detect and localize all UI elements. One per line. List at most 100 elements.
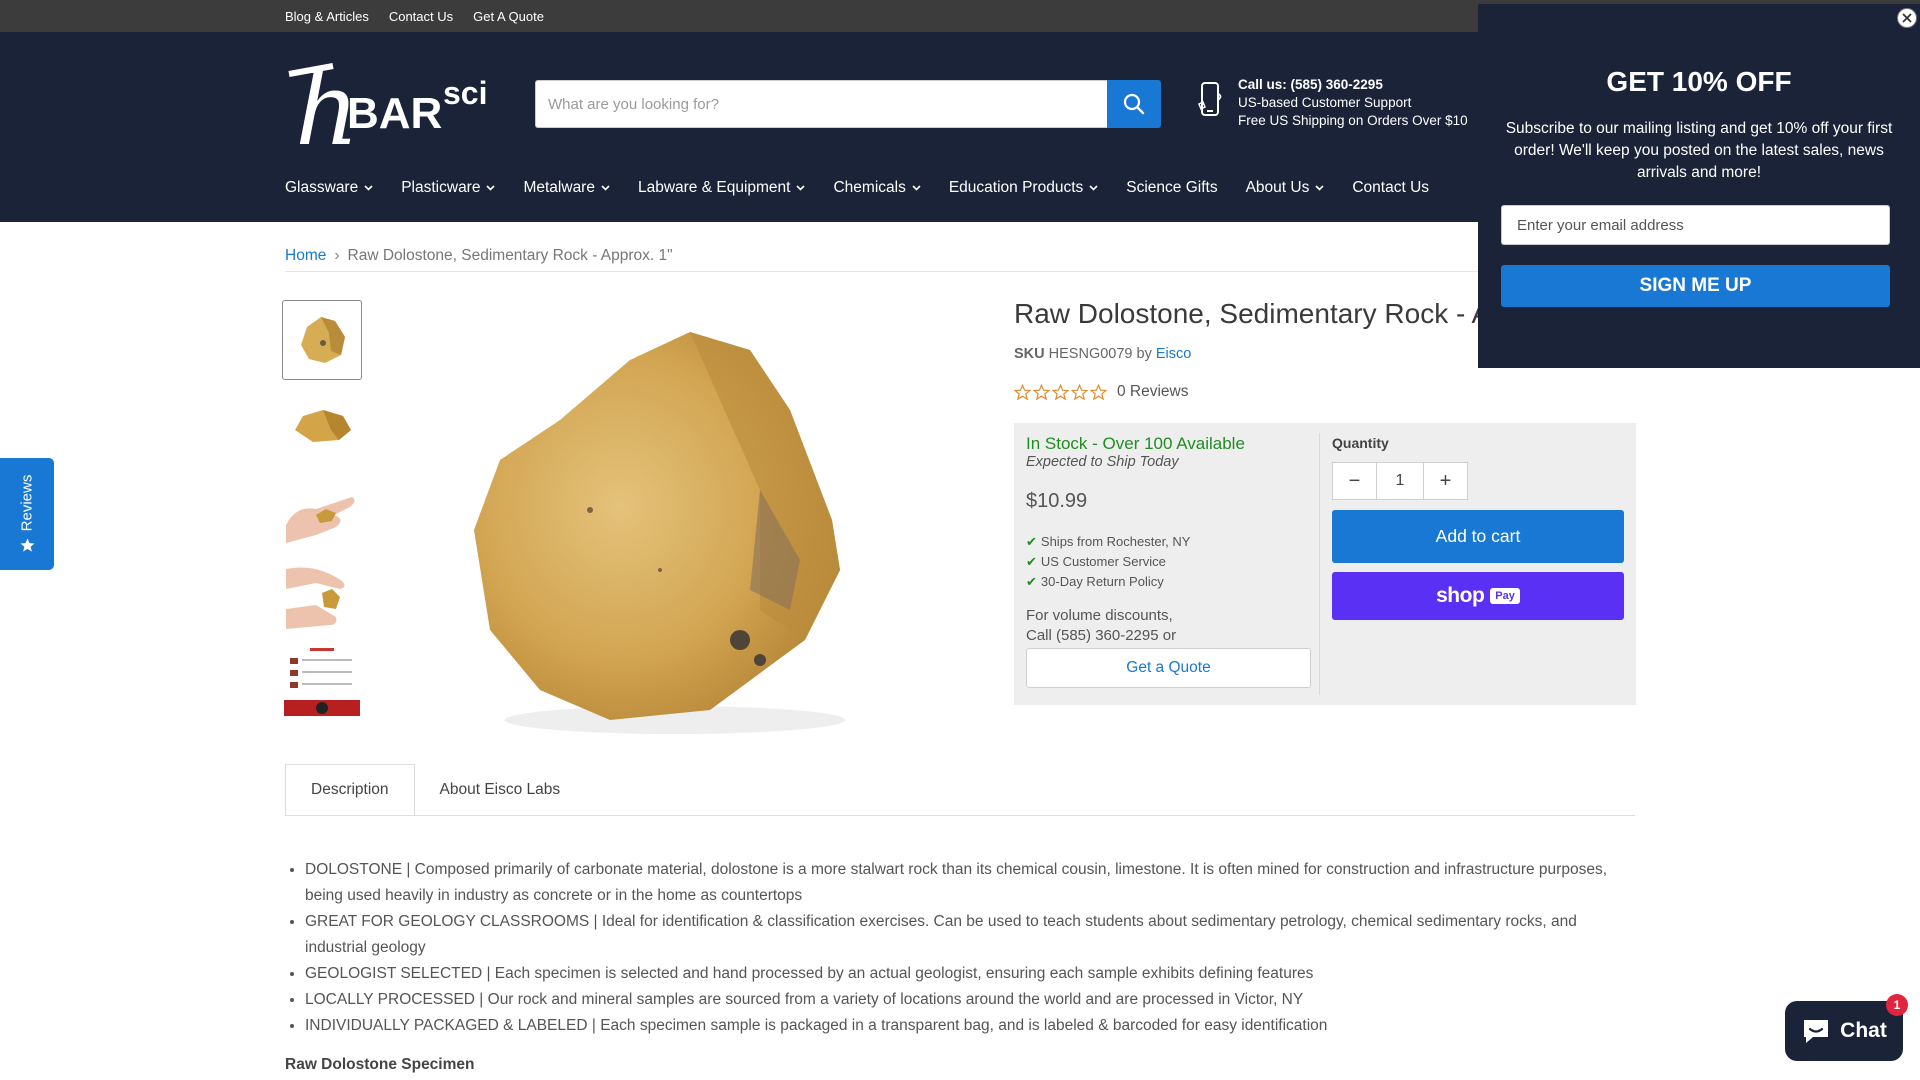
- quantity-decrease-button[interactable]: −: [1333, 463, 1376, 499]
- utility-link-contact[interactable]: Contact Us: [389, 9, 453, 24]
- quantity-stepper: − 1 +: [1332, 462, 1468, 500]
- perk-item: ✔ Ships from Rochester, NY: [1026, 532, 1190, 552]
- nav-item-contact[interactable]: Contact Us: [1352, 179, 1429, 197]
- reviews-side-tab[interactable]: Reviews: [0, 458, 54, 570]
- chat-bubble-icon: [1804, 1020, 1829, 1043]
- chevron-down-icon: [912, 185, 921, 191]
- add-to-cart-button[interactable]: Add to cart: [1332, 510, 1624, 563]
- checkmark-icon: ✔: [1026, 534, 1037, 549]
- checkmark-icon: ✔: [1026, 574, 1037, 589]
- tab-about-eisco[interactable]: About Eisco Labs: [415, 764, 586, 816]
- description-bullet: LOCALLY PROCESSED | Our rock and mineral…: [305, 987, 1625, 1013]
- contact-block: Call us: (585) 360-2295 US-based Custome…: [1198, 76, 1468, 136]
- breadcrumb-home[interactable]: Home: [285, 247, 326, 265]
- popup-title: GET 10% OFF: [1606, 66, 1792, 97]
- search-icon: [1123, 93, 1145, 115]
- logo-superscript: sci: [443, 75, 487, 111]
- chevron-down-icon: [1315, 185, 1324, 191]
- description-bullet: DOLOSTONE | Composed primarily of carbon…: [305, 857, 1625, 909]
- reviews-side-tab-content: Reviews: [19, 475, 36, 554]
- thumbnail-rock-front[interactable]: [282, 300, 362, 380]
- nav-item-label: Metalware: [523, 179, 595, 196]
- nav-item-label: Education Products: [948, 179, 1084, 196]
- quantity-increase-button[interactable]: +: [1424, 463, 1467, 499]
- perk-item: ✔ US Customer Service: [1026, 552, 1190, 572]
- chat-label: Chat: [1840, 1019, 1887, 1042]
- chevron-down-icon: [486, 185, 496, 191]
- rating-summary[interactable]: 0 Reviews: [1014, 383, 1189, 401]
- volume-line-2: Call (585) 360-2295 or: [1026, 627, 1177, 644]
- reviews-count[interactable]: 0 Reviews: [1117, 383, 1189, 401]
- search-bar: [535, 80, 1161, 128]
- get-quote-button[interactable]: Get a Quote: [1026, 648, 1311, 688]
- perk-item: ✔ 30-Day Return Policy: [1026, 572, 1190, 592]
- close-icon: [1902, 13, 1912, 23]
- call-us-text[interactable]: Call us: (585) 360-2295: [1238, 76, 1468, 94]
- star-outline-icon: [1071, 383, 1088, 400]
- main-nav: Glassware Plasticware Metalware Labware …: [285, 168, 1457, 208]
- tabs-divider: [285, 815, 1635, 816]
- main-product-image[interactable]: [460, 310, 880, 740]
- nav-item-chemicals[interactable]: Chemicals: [833, 179, 921, 197]
- thumbnail-rock-fingers[interactable]: [282, 555, 362, 635]
- perks-list: ✔ Ships from Rochester, NY ✔ US Customer S…: [1026, 532, 1190, 592]
- nav-item-label: Glassware: [285, 179, 359, 196]
- sign-me-up-button[interactable]: SIGN ME UP: [1501, 265, 1890, 307]
- nav-item-label: About Us: [1245, 179, 1310, 196]
- nav-item-education[interactable]: Education Products: [949, 179, 1098, 197]
- contact-text: Call us: (585) 360-2295 US-based Custome…: [1238, 76, 1468, 130]
- product-tabs: Description About Eisco Labs: [285, 764, 585, 816]
- thumbnail-rock-side[interactable]: [282, 385, 362, 465]
- nav-item-glassware[interactable]: Glassware: [285, 179, 373, 197]
- search-button[interactable]: [1107, 80, 1161, 128]
- breadcrumb-current: Raw Dolostone, Sedimentary Rock - Approx…: [347, 247, 673, 264]
- sku-value: HESNG0079: [1048, 346, 1133, 362]
- description-bullet: GEOLOGIST SELECTED | Each specimen is se…: [305, 961, 1625, 987]
- ship-estimate: Expected to Ship Today: [1026, 454, 1179, 470]
- quantity-input[interactable]: 1: [1376, 463, 1424, 499]
- perk-text: Ships from Rochester, NY: [1040, 534, 1191, 549]
- thumbnail-rock-in-hand[interactable]: [282, 470, 362, 550]
- nav-item-label: Contact Us: [1352, 179, 1430, 196]
- nav-item-labware[interactable]: Labware & Equipment: [638, 179, 806, 197]
- nav-item-about[interactable]: About Us: [1246, 179, 1325, 197]
- shop-pay-button[interactable]: shop Pay: [1332, 572, 1624, 620]
- perk-text: 30-Day Return Policy: [1040, 574, 1164, 589]
- free-shipping-text: Free US Shipping on Orders Over $10: [1238, 113, 1468, 128]
- reviews-side-tab-label: Reviews: [18, 474, 36, 532]
- chevron-down-icon: [796, 185, 806, 191]
- hbarsci-logo[interactable]: h BAR sci: [285, 51, 510, 168]
- by-text: by: [1136, 346, 1152, 362]
- search-input[interactable]: [535, 80, 1107, 128]
- shop-pay-logo-text: shop: [1436, 584, 1485, 607]
- nav-item-label: Labware & Equipment: [637, 179, 791, 196]
- support-text: US-based Customer Support: [1238, 95, 1412, 110]
- product-price: $10.99: [1026, 490, 1088, 512]
- description-bullet: GREAT FOR GEOLOGY CLASSROOMS | Ideal for…: [305, 909, 1625, 961]
- popup-close-button[interactable]: [1897, 8, 1917, 28]
- star-outline-icon: [1090, 383, 1107, 400]
- popup-email-input[interactable]: [1501, 205, 1890, 245]
- volume-discount-text: For volume discounts, Call (585) 360-229…: [1026, 606, 1176, 646]
- nav-item-label: Chemicals: [833, 179, 906, 196]
- buy-box-divider: [1319, 433, 1320, 695]
- brand-link[interactable]: Eisco: [1156, 346, 1191, 362]
- chat-button[interactable]: Chat: [1785, 1001, 1903, 1061]
- star-outline-icon: [1033, 383, 1050, 400]
- tab-description[interactable]: Description: [285, 764, 415, 816]
- quantity-label: Quantity: [1332, 435, 1389, 451]
- sku-label: SKU: [1014, 346, 1045, 362]
- product-thumbnails: [282, 300, 364, 725]
- utility-link-quote[interactable]: Get A Quote: [473, 9, 544, 24]
- popup-text: Subscribe to our mailing listing and get…: [1505, 120, 1893, 181]
- thumbnail-info-card[interactable]: [282, 640, 362, 720]
- nav-item-metalware[interactable]: Metalware: [523, 179, 610, 197]
- nav-item-plasticware[interactable]: Plasticware: [401, 179, 496, 197]
- utility-link-blog[interactable]: Blog & Articles: [285, 9, 369, 24]
- description-bullet: INDIVIDUALLY PACKAGED & LABELED | Each s…: [305, 1013, 1625, 1039]
- nav-item-science-gifts[interactable]: Science Gifts: [1126, 179, 1217, 197]
- chevron-down-icon: [364, 185, 373, 191]
- star-outline-icon: [1052, 383, 1069, 400]
- chevron-down-icon: [1089, 185, 1098, 191]
- breadcrumb-divider: [285, 271, 1635, 272]
